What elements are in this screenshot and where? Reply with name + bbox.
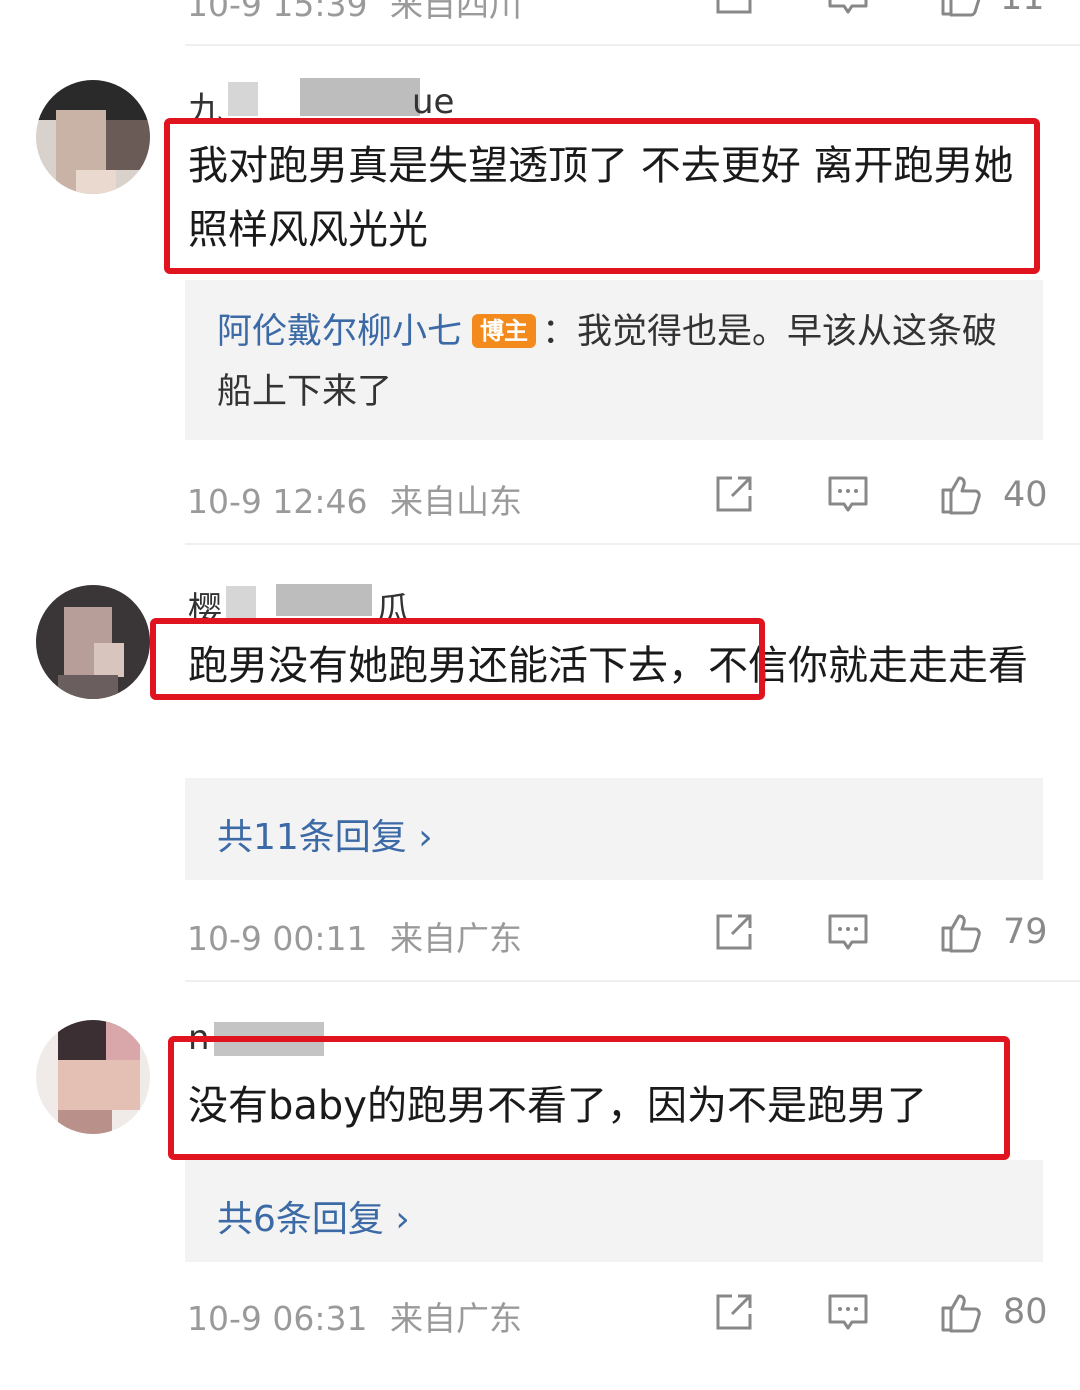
share-icon[interactable] <box>710 0 758 20</box>
comment-icon[interactable] <box>824 470 872 518</box>
comment-meta: 10-9 00:11 来自广东 <box>187 912 522 960</box>
like-icon[interactable] <box>937 1288 985 1336</box>
username-text: ue <box>412 82 455 122</box>
highlight-box <box>164 118 1040 274</box>
reply-box[interactable]: 阿伦戴尔柳小七 博主 ：我觉得也是。早该从这条破船上下来了 <box>185 280 1043 440</box>
divider <box>185 44 1080 46</box>
share-icon[interactable] <box>710 470 758 518</box>
comment-location: 来自广东 <box>390 919 522 958</box>
username-blur <box>226 586 256 618</box>
like-count: 11 <box>1000 0 1045 18</box>
comment-time: 10-9 00:11 <box>187 919 368 958</box>
more-replies-link[interactable]: 共6条回复 › <box>217 1190 410 1242</box>
like-icon[interactable] <box>937 470 985 518</box>
reply-text: 阿伦戴尔柳小七 博主 ：我觉得也是。早该从这条破船上下来了 <box>217 302 1017 422</box>
avatar[interactable] <box>36 80 150 194</box>
reply-author[interactable]: 阿伦戴尔柳小七 <box>217 312 462 352</box>
comment-location: 来自山东 <box>390 482 522 521</box>
like-icon[interactable] <box>937 908 985 956</box>
like-count: 40 <box>1003 475 1048 515</box>
share-icon[interactable] <box>710 908 758 956</box>
username-blur <box>276 584 372 616</box>
comment-time: 10-9 15:39 <box>187 0 368 24</box>
avatar[interactable] <box>36 585 150 699</box>
avatar[interactable] <box>36 1020 150 1134</box>
comment-time: 10-9 06:31 <box>187 1299 368 1338</box>
comment-icon[interactable] <box>824 1288 872 1336</box>
highlight-box <box>168 1036 1010 1160</box>
share-icon[interactable] <box>710 1288 758 1336</box>
comment-meta: 10-9 06:31 来自广东 <box>187 1292 522 1340</box>
username[interactable]: ue <box>412 82 454 122</box>
username-blur <box>300 78 420 116</box>
reply-box[interactable]: 共6条回复 › <box>185 1160 1043 1262</box>
like-icon[interactable] <box>937 0 985 20</box>
reply-box[interactable]: 共11条回复 › <box>185 778 1043 880</box>
more-replies-link[interactable]: 共11条回复 › <box>217 808 433 860</box>
username-blur <box>228 82 258 116</box>
divider <box>185 980 1080 982</box>
comment-icon[interactable] <box>824 0 872 20</box>
comment-icon[interactable] <box>824 908 872 956</box>
comment-location: 来自四川 <box>390 0 522 24</box>
divider <box>185 543 1080 545</box>
author-badge: 博主 <box>472 314 537 348</box>
like-count: 80 <box>1003 1292 1048 1332</box>
like-count: 79 <box>1003 912 1048 952</box>
highlight-box <box>150 618 765 700</box>
comment-meta: 10-9 12:46 来自山东 <box>187 475 522 523</box>
comment-meta: 10-9 15:39 来自四川 <box>187 0 522 26</box>
comment-time: 10-9 12:46 <box>187 482 368 521</box>
comment-location: 来自广东 <box>390 1299 522 1338</box>
